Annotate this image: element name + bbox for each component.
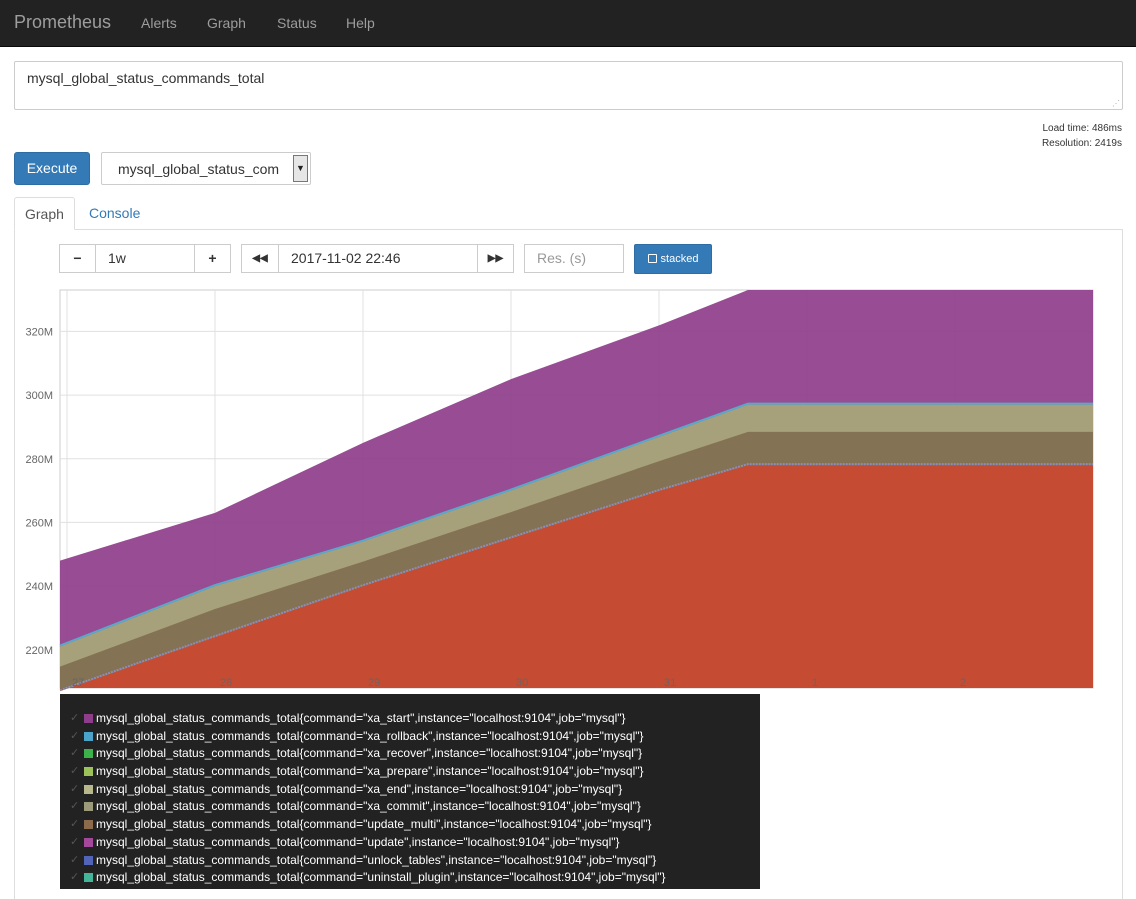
resize-grip-icon[interactable]: ⋰ bbox=[1112, 99, 1120, 108]
legend-label: mysql_global_status_commands_total{comma… bbox=[96, 746, 643, 761]
x-tick-label: 30 bbox=[516, 677, 528, 689]
y-tick-label: 260M bbox=[25, 517, 53, 529]
check-icon[interactable]: ✓ bbox=[70, 781, 79, 799]
end-time-input[interactable]: 2017-11-02 22:46 bbox=[278, 244, 478, 273]
legend-item[interactable]: ✓ mysql_global_status_commands_total{comm… bbox=[60, 728, 760, 746]
legend: ✓ mysql_global_status_commands_total{comm… bbox=[60, 694, 760, 889]
check-icon[interactable]: ✓ bbox=[70, 834, 79, 852]
check-icon[interactable]: ✓ bbox=[70, 869, 79, 887]
metric-select[interactable]: mysql_global_status_com ▼ bbox=[101, 152, 311, 185]
legend-swatch bbox=[84, 802, 93, 812]
chart-y-axis: 220M 240M 260M 280M 300M 320M bbox=[25, 326, 53, 656]
nav-graph[interactable]: Graph bbox=[207, 15, 246, 31]
y-tick-label: 300M bbox=[25, 390, 53, 402]
legend-swatch bbox=[84, 731, 93, 741]
legend-swatch bbox=[84, 837, 93, 847]
x-tick-label: 1 bbox=[812, 677, 818, 689]
legend-item[interactable]: ✓ mysql_global_status_commands_total{comm… bbox=[60, 763, 760, 781]
graph-chart[interactable]: 220M 240M 260M 280M 300M 320M 27 28 29 30 31 1 2 bbox=[0, 280, 1136, 692]
stacked-toggle-button[interactable]: stacked bbox=[634, 244, 712, 274]
check-icon[interactable]: ✓ bbox=[70, 728, 79, 746]
tab-graph[interactable]: Graph bbox=[14, 197, 75, 230]
forward-time-button[interactable]: ▶▶ bbox=[477, 244, 514, 273]
nav-alerts[interactable]: Alerts bbox=[141, 15, 177, 31]
nav-status[interactable]: Status bbox=[277, 15, 317, 31]
y-tick-label: 240M bbox=[25, 581, 53, 593]
legend-item[interactable]: ✓ mysql_global_status_commands_total{comm… bbox=[60, 816, 760, 834]
legend-label: mysql_global_status_commands_total{comma… bbox=[96, 817, 652, 832]
y-tick-label: 320M bbox=[25, 326, 53, 338]
legend-label: mysql_global_status_commands_total{comma… bbox=[96, 834, 620, 849]
range-input[interactable]: 1w bbox=[95, 244, 195, 273]
legend-item[interactable]: ✓ mysql_global_status_commands_total{comm… bbox=[60, 798, 760, 816]
check-icon[interactable]: ✓ bbox=[70, 798, 79, 816]
check-icon[interactable]: ✓ bbox=[70, 852, 79, 870]
legend-swatch bbox=[84, 873, 93, 883]
increase-range-button[interactable]: + bbox=[194, 244, 231, 273]
check-icon[interactable]: ✓ bbox=[70, 763, 79, 781]
check-icon bbox=[647, 254, 657, 263]
legend-swatch bbox=[84, 855, 93, 865]
back-time-button[interactable]: ◀◀ bbox=[241, 244, 279, 273]
expression-input[interactable]: mysql_global_status_commands_total ⋰ bbox=[14, 61, 1123, 110]
legend-item[interactable]: ✓ mysql_global_status_commands_total{comm… bbox=[60, 781, 760, 799]
load-time: Load time: 486ms bbox=[1042, 123, 1123, 134]
legend-label: mysql_global_status_commands_total{comma… bbox=[96, 764, 644, 779]
legend-swatch bbox=[84, 767, 93, 777]
expression-text: mysql_global_status_commands_total bbox=[27, 70, 265, 86]
check-icon[interactable]: ✓ bbox=[70, 745, 79, 763]
brand-link[interactable]: Prometheus bbox=[14, 12, 111, 33]
y-tick-label: 220M bbox=[25, 645, 53, 657]
resolution-input[interactable]: Res. (s) bbox=[524, 244, 624, 273]
legend-label: mysql_global_status_commands_total{comma… bbox=[96, 711, 626, 725]
legend-swatch bbox=[84, 749, 93, 759]
x-tick-label: 29 bbox=[368, 677, 380, 689]
legend-item[interactable]: ✓ mysql_global_status_commands_total{comm… bbox=[60, 852, 760, 870]
execute-button[interactable]: Execute bbox=[14, 152, 90, 185]
check-icon[interactable]: ✓ bbox=[70, 816, 79, 834]
x-tick-label: 27 bbox=[72, 677, 84, 689]
x-tick-label: 31 bbox=[664, 677, 676, 689]
y-tick-label: 280M bbox=[25, 454, 53, 466]
legend-label: mysql_global_status_commands_total{comma… bbox=[96, 728, 644, 743]
nav-help[interactable]: Help bbox=[346, 15, 375, 31]
tab-console[interactable]: Console bbox=[79, 197, 150, 230]
legend-item[interactable]: ✓ mysql_global_status_commands_total{comm… bbox=[60, 710, 760, 728]
legend-label: mysql_global_status_commands_total{comma… bbox=[96, 781, 623, 796]
legend-swatch bbox=[84, 820, 93, 830]
navbar: Prometheus Alerts Graph Status Help bbox=[0, 0, 1136, 47]
legend-swatch bbox=[84, 784, 93, 794]
x-tick-label: 28 bbox=[220, 677, 232, 689]
metric-select-value: mysql_global_status_com bbox=[118, 161, 280, 177]
decrease-range-button[interactable]: − bbox=[59, 244, 96, 273]
stacked-label: stacked bbox=[660, 253, 699, 265]
legend-swatch bbox=[84, 714, 93, 723]
legend-item[interactable]: ✓ mysql_global_status_commands_total{comm… bbox=[60, 745, 760, 763]
legend-label: mysql_global_status_commands_total{comma… bbox=[96, 799, 641, 814]
legend-label: mysql_global_status_commands_total{comma… bbox=[96, 852, 657, 867]
x-tick-label: 2 bbox=[960, 677, 966, 689]
legend-label: mysql_global_status_commands_total{comma… bbox=[96, 870, 666, 885]
legend-item[interactable]: ✓ mysql_global_status_commands_total{comm… bbox=[60, 869, 760, 887]
check-icon[interactable]: ✓ bbox=[70, 710, 79, 728]
legend-item[interactable]: ✓ mysql_global_status_commands_total{comm… bbox=[60, 834, 760, 852]
dropdown-arrow-icon[interactable]: ▼ bbox=[293, 155, 308, 182]
resolution-info: Resolution: 2419s bbox=[1041, 138, 1122, 149]
